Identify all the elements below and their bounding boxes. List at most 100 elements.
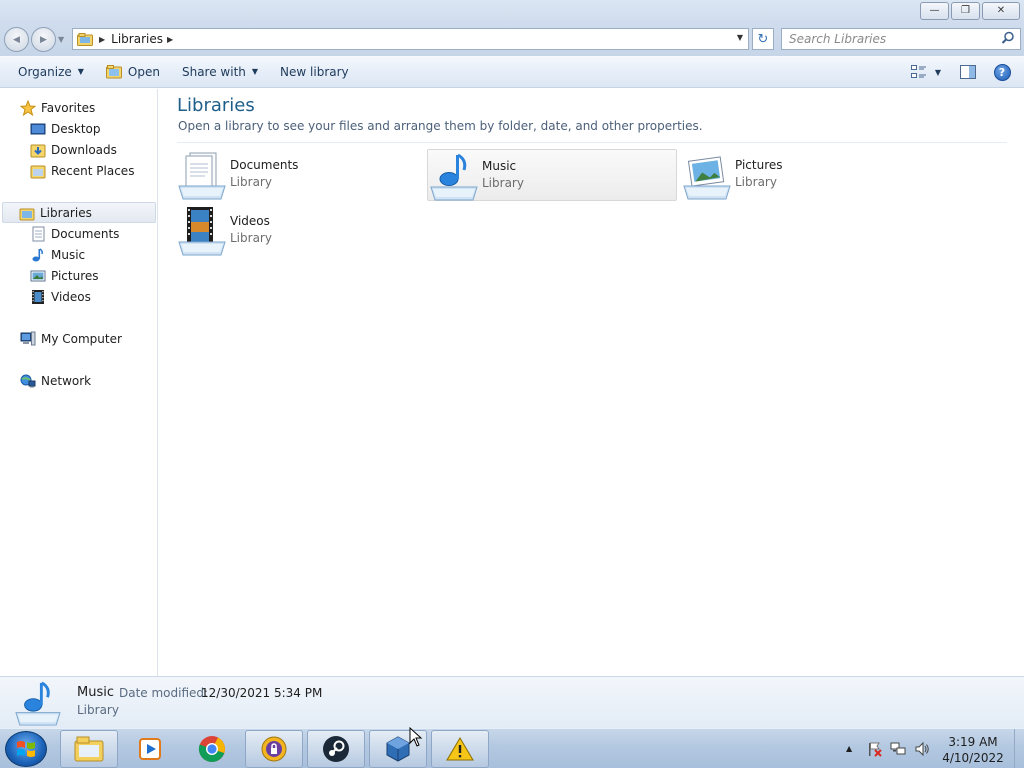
nav-recent-places[interactable]: Recent Places <box>0 160 157 181</box>
help-button[interactable]: ? <box>988 60 1016 84</box>
show-hidden-icons-button[interactable]: ▲ <box>846 744 852 753</box>
content-pane: Libraries Open a library to see your fil… <box>159 89 1024 676</box>
tile-name: Music <box>482 159 517 173</box>
pictures-icon <box>30 268 46 284</box>
start-button[interactable] <box>5 731 47 767</box>
open-button[interactable]: Open <box>98 60 168 84</box>
tile-name: Pictures <box>735 158 783 172</box>
film-strip-icon <box>30 289 46 305</box>
new-library-label: New library <box>280 64 349 79</box>
taskbar-media-player[interactable] <box>121 730 179 768</box>
tile-name: Documents <box>230 158 299 172</box>
taskbar-vpn[interactable] <box>245 730 303 768</box>
library-tile-music[interactable]: Music Library <box>427 149 677 201</box>
taskbar-chrome[interactable] <box>183 730 241 768</box>
nav-downloads[interactable]: Downloads <box>0 139 157 160</box>
search-box[interactable] <box>781 28 1021 50</box>
restore-icon: ❐ <box>961 5 970 16</box>
chevron-down-icon: ▼ <box>251 67 259 76</box>
nav-music[interactable]: Music <box>0 244 157 265</box>
clock[interactable]: 3:19 AM 4/10/2022 <box>928 734 1018 766</box>
music-note-icon <box>30 247 46 263</box>
pictures-library-icon <box>683 156 731 200</box>
window-controls: — ❐ ✕ <box>920 2 1020 20</box>
tile-type: Library <box>482 176 524 190</box>
nav-my-computer[interactable]: My Computer <box>0 328 157 349</box>
star-icon <box>19 99 37 116</box>
action-center-flag-icon[interactable] <box>866 741 882 757</box>
nav-music-label: Music <box>51 247 86 262</box>
taskbar-warning-app[interactable] <box>431 730 489 768</box>
share-with-button[interactable]: Share with ▼ <box>174 60 266 84</box>
refresh-button[interactable]: ↻ <box>752 28 774 50</box>
nav-documents[interactable]: Documents <box>0 223 157 244</box>
nav-videos-label: Videos <box>51 289 91 304</box>
downloads-folder-icon <box>30 142 46 158</box>
preview-pane-button[interactable] <box>954 60 982 84</box>
chevron-down-icon: ▼ <box>934 67 942 77</box>
nav-documents-label: Documents <box>51 226 120 241</box>
tile-type: Library <box>230 231 272 245</box>
breadcrumb-root-arrow[interactable]: ▶ <box>99 35 105 44</box>
nav-downloads-label: Downloads <box>51 142 117 157</box>
search-input[interactable] <box>782 29 992 49</box>
nav-libraries-label: Libraries <box>40 205 92 220</box>
computer-icon <box>20 331 36 347</box>
close-button[interactable]: ✕ <box>982 2 1020 20</box>
virtualbox-icon <box>386 736 410 762</box>
open-label: Open <box>127 64 160 79</box>
nav-favorites-label: Favorites <box>41 100 96 115</box>
date-modified-label: Date modified: <box>119 686 209 700</box>
library-tile-videos[interactable]: Videos Library <box>176 205 426 257</box>
videos-library-icon <box>178 207 226 256</box>
recent-places-icon <box>30 163 46 179</box>
breadcrumb-libraries[interactable]: Libraries <box>111 32 163 46</box>
show-desktop-button[interactable] <box>1014 729 1024 768</box>
desktop-icon <box>30 121 46 137</box>
address-history-dropdown[interactable]: ▼ <box>737 33 743 42</box>
nav-libraries[interactable]: Libraries <box>2 202 156 223</box>
nav-favorites[interactable]: Favorites <box>0 97 157 118</box>
view-controls: ▼ ? <box>904 56 1024 88</box>
mouse-pointer-icon <box>409 727 423 747</box>
refresh-icon: ↻ <box>757 31 769 47</box>
nav-network[interactable]: Network <box>0 370 157 391</box>
breadcrumb-arrow[interactable]: ▶ <box>167 35 173 44</box>
search-icon[interactable] <box>1001 31 1015 45</box>
details-pane: Music Date modified: 12/30/2021 5:34 PM … <box>0 676 1024 728</box>
organize-label: Organize <box>18 64 72 79</box>
minimize-button[interactable]: — <box>920 2 949 20</box>
nav-my-computer-label: My Computer <box>41 331 122 346</box>
taskbar-steam[interactable] <box>307 730 365 768</box>
nav-videos[interactable]: Videos <box>0 286 157 307</box>
network-status-icon[interactable] <box>890 741 906 757</box>
steam-icon <box>323 736 349 762</box>
forward-button[interactable]: ◀ <box>31 27 56 52</box>
maximize-button[interactable]: ❐ <box>951 2 980 20</box>
nav-pictures[interactable]: Pictures <box>0 265 157 286</box>
organize-button[interactable]: Organize ▼ <box>10 60 92 84</box>
tile-type: Library <box>230 175 272 189</box>
windows-logo-icon <box>17 741 35 757</box>
address-bar[interactable]: ▶ Libraries ▶ ▼ <box>72 28 749 50</box>
close-icon: ✕ <box>996 5 1006 16</box>
open-folder-icon <box>105 64 123 79</box>
forward-arrow-icon: ◀ <box>40 34 47 45</box>
nav-desktop[interactable]: Desktop <box>0 118 157 139</box>
taskbar-windows-explorer[interactable] <box>60 730 118 768</box>
navigation-pane: Favorites Desktop Downloads Recent Place… <box>0 89 158 676</box>
new-library-button[interactable]: New library <box>272 60 357 84</box>
back-button[interactable]: ◀ <box>4 27 29 52</box>
change-view-button[interactable]: ▼ <box>904 60 948 84</box>
back-arrow-icon: ◀ <box>13 34 20 45</box>
library-tile-pictures[interactable]: Pictures Library <box>681 149 931 201</box>
view-options-icon <box>910 65 926 78</box>
date-modified-value: 12/30/2021 5:34 PM <box>201 686 323 700</box>
page-description: Open a library to see your files and arr… <box>178 119 703 133</box>
library-tile-documents[interactable]: Documents Library <box>176 149 426 201</box>
music-library-icon <box>430 153 478 201</box>
recent-pages-dropdown[interactable]: ▼ <box>58 35 64 44</box>
music-library-icon <box>15 681 61 726</box>
network-icon <box>20 373 36 389</box>
tile-name: Videos <box>230 214 270 228</box>
